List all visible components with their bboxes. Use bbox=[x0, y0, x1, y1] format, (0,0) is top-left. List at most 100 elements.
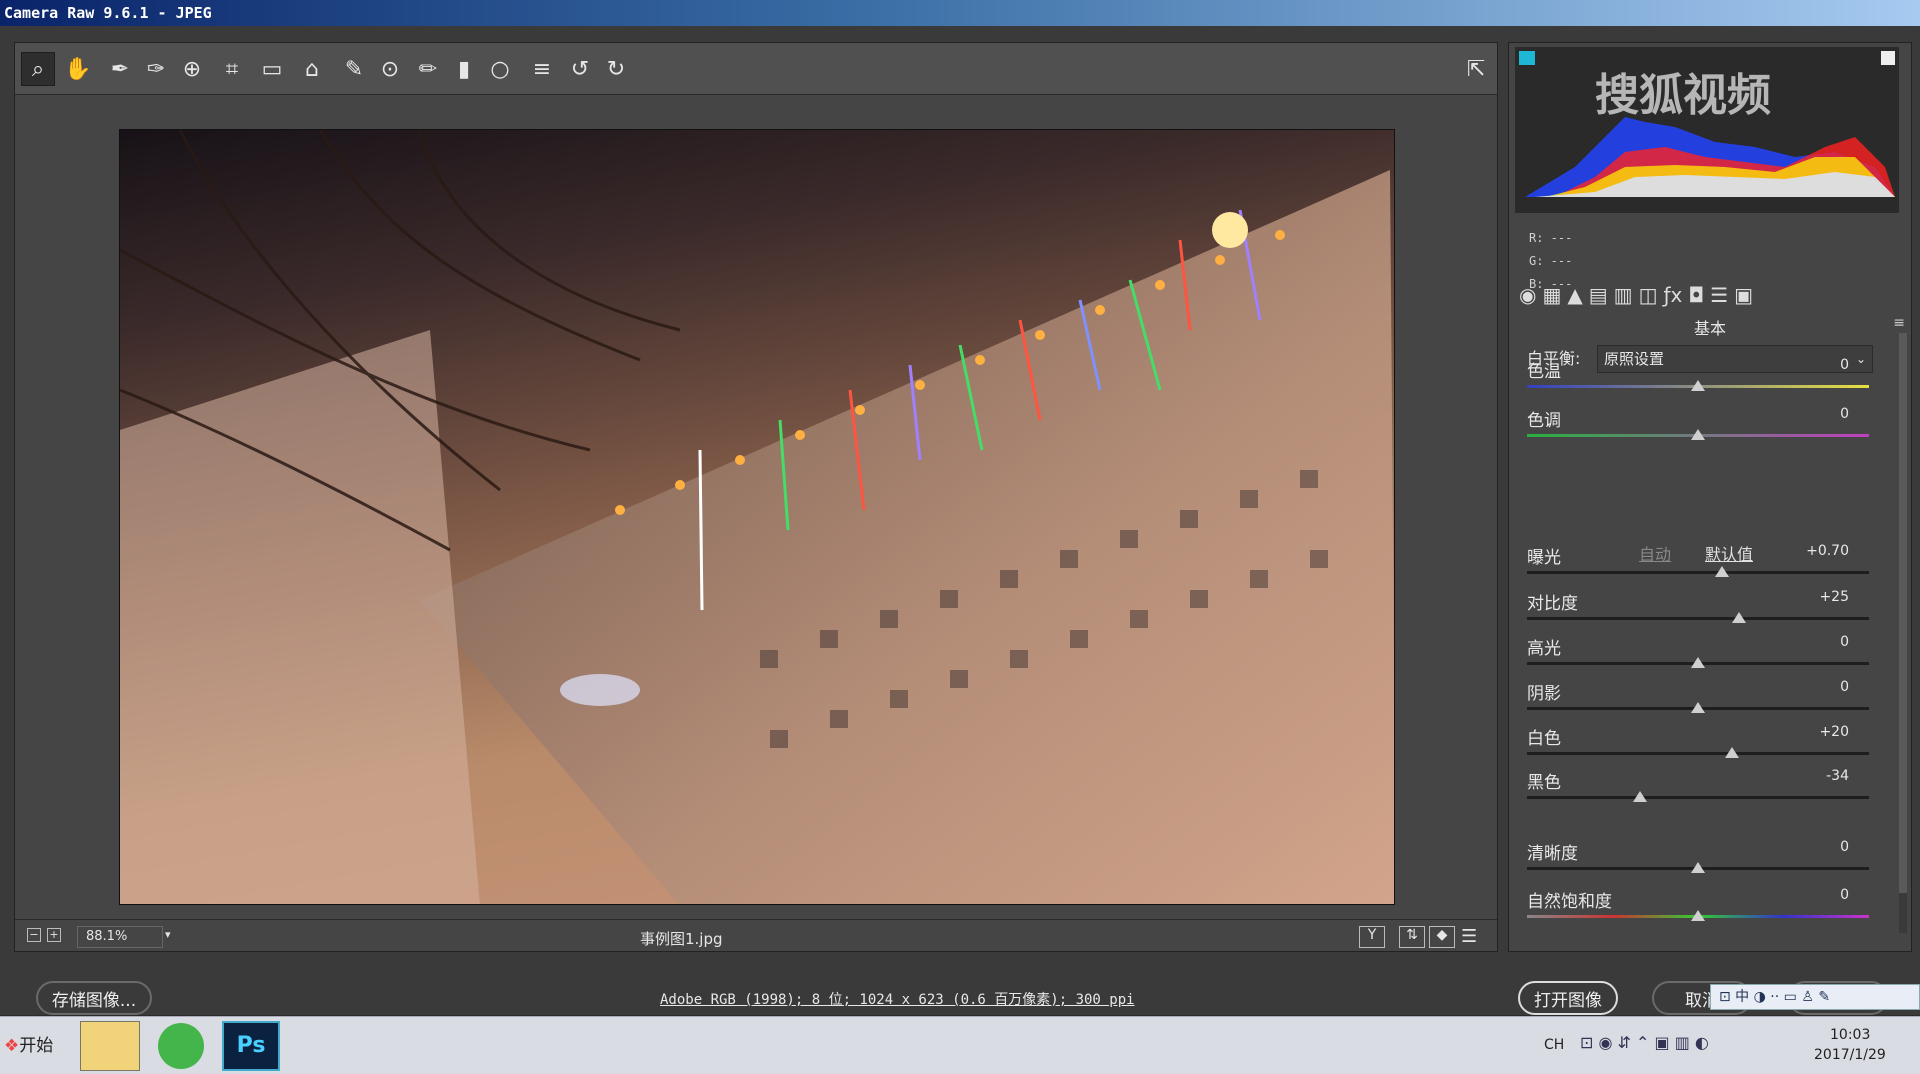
shadow-clip-icon[interactable] bbox=[1519, 51, 1535, 65]
white-balance-icon[interactable]: ✒ bbox=[103, 52, 137, 86]
language-indicator[interactable]: CH bbox=[1544, 1037, 1564, 1053]
copy-settings-icon[interactable]: ◆ bbox=[1429, 926, 1455, 948]
adjustment-brush-icon[interactable]: ✏ bbox=[411, 52, 445, 86]
slider-3[interactable]: 对比度 +25 bbox=[1527, 589, 1869, 635]
save-image-button[interactable]: 存储图像... bbox=[36, 981, 152, 1015]
highlight-clip-icon[interactable] bbox=[1881, 51, 1895, 65]
transform-icon[interactable]: ⌂ bbox=[295, 52, 329, 86]
camera-raw-window: ⌕ ✋ ✒ ✑ ⊕ ⌗ ▭ ⌂ ✎ ⊙ ✏ ▮ ○ ≡ ↺ ↻ ⇱ − + 88… bbox=[0, 26, 1920, 1015]
snapshots-tab-icon[interactable]: ▣ bbox=[1734, 283, 1753, 313]
slider-label: 色调 bbox=[1527, 411, 1561, 431]
slider-thumb[interactable] bbox=[1632, 791, 1647, 802]
basic-tab-icon[interactable]: ◉ bbox=[1519, 283, 1536, 313]
slider-9[interactable]: 自然饱和度 0 bbox=[1527, 887, 1869, 933]
slider-value[interactable]: 0 bbox=[1840, 679, 1849, 695]
auto-link[interactable]: 自动 bbox=[1639, 541, 1671, 565]
chevron-down-icon[interactable]: ▾ bbox=[165, 928, 171, 941]
slider-4[interactable]: 高光 0 bbox=[1527, 634, 1869, 680]
scrollbar-thumb[interactable] bbox=[1899, 333, 1907, 893]
rotate-ccw-icon[interactable]: ↺ bbox=[563, 52, 597, 86]
status-bar: − + 88.1% ▾ 事例图1.jpg Y ⇅ ◆ ☰ bbox=[15, 919, 1497, 953]
preview-area: ⌕ ✋ ✒ ✑ ⊕ ⌗ ▭ ⌂ ✎ ⊙ ✏ ▮ ○ ≡ ↺ ↻ ⇱ − + 88… bbox=[14, 42, 1498, 952]
slider-value[interactable]: +0.70 bbox=[1806, 543, 1849, 559]
slider-thumb[interactable] bbox=[1691, 910, 1705, 921]
tone-curve-tab-icon[interactable]: ▦ bbox=[1542, 283, 1561, 313]
red-eye-icon[interactable]: ⊙ bbox=[373, 52, 407, 86]
slider-label: 自然饱和度 bbox=[1527, 892, 1612, 912]
slider-thumb[interactable] bbox=[1691, 862, 1705, 873]
color-sampler-icon[interactable]: ✑ bbox=[139, 52, 173, 86]
slider-value[interactable]: 0 bbox=[1840, 839, 1849, 855]
clock-time: 10:03 bbox=[1830, 1027, 1871, 1043]
split-toning-tab-icon[interactable]: ▥ bbox=[1614, 283, 1633, 313]
slider-value[interactable]: -34 bbox=[1826, 768, 1849, 784]
presets-tab-icon[interactable]: ☰ bbox=[1710, 283, 1728, 313]
slider-value[interactable]: 0 bbox=[1840, 357, 1849, 373]
zoom-out-icon[interactable]: − bbox=[27, 928, 41, 942]
swap-icon[interactable]: ⇅ bbox=[1399, 926, 1425, 948]
slider-0[interactable]: 色温 0 bbox=[1527, 357, 1869, 403]
slider-track[interactable] bbox=[1527, 752, 1869, 755]
zoom-in-icon[interactable]: + bbox=[47, 928, 61, 942]
slider-thumb[interactable] bbox=[1714, 566, 1729, 577]
slider-thumb[interactable] bbox=[1732, 612, 1747, 623]
ime-toolbar[interactable]: ⊡ 中 ◑ ·· ▭ ♙ ✎ bbox=[1710, 984, 1920, 1010]
hand-icon[interactable]: ✋ bbox=[61, 52, 95, 86]
default-link[interactable]: 默认值 bbox=[1705, 541, 1753, 565]
scrollbar[interactable] bbox=[1899, 333, 1907, 933]
hsl-tab-icon[interactable]: ▤ bbox=[1589, 283, 1608, 313]
panel-menu-icon[interactable]: ≡ bbox=[1893, 315, 1905, 331]
preferences-icon[interactable]: ≡ bbox=[525, 52, 559, 86]
slider-thumb[interactable] bbox=[1691, 657, 1705, 668]
camera-calibration-tab-icon[interactable]: ◘ bbox=[1688, 283, 1704, 313]
slider-2[interactable]: 曝光 +0.70 bbox=[1527, 543, 1869, 589]
fullscreen-icon[interactable]: ⇱ bbox=[1459, 52, 1493, 86]
radial-filter-icon[interactable]: ○ bbox=[483, 52, 517, 86]
panel-tabs: ◉ ▦ ▲ ▤ ▥ ◫ ƒx ◘ ☰ ▣ bbox=[1509, 283, 1911, 313]
slider-label: 黑色 bbox=[1527, 773, 1561, 793]
crop-icon[interactable]: ⌗ bbox=[215, 52, 249, 86]
slider-value[interactable]: +20 bbox=[1819, 724, 1849, 740]
slider-label: 清晰度 bbox=[1527, 844, 1578, 864]
tray-icons[interactable]: ⊡ ◉ ⇵ ⌃ ▣ ▥ ◐ bbox=[1580, 1033, 1709, 1052]
browser-icon[interactable] bbox=[158, 1023, 204, 1069]
before-after-icon[interactable]: Y bbox=[1359, 926, 1385, 948]
slider-value[interactable]: 0 bbox=[1840, 406, 1849, 422]
zoom-level[interactable]: 88.1% bbox=[77, 926, 163, 948]
slider-thumb[interactable] bbox=[1725, 747, 1740, 758]
slider-track[interactable] bbox=[1527, 571, 1869, 574]
slider-8[interactable]: 清晰度 0 bbox=[1527, 839, 1869, 885]
rotate-cw-icon[interactable]: ↻ bbox=[599, 52, 633, 86]
targeted-adjust-icon[interactable]: ⊕ bbox=[175, 52, 209, 86]
spot-removal-icon[interactable]: ✎ bbox=[337, 52, 371, 86]
effects-tab-icon[interactable]: ƒx bbox=[1663, 283, 1682, 313]
slider-thumb[interactable] bbox=[1691, 702, 1705, 713]
straighten-icon[interactable]: ▭ bbox=[255, 52, 289, 86]
lens-tab-icon[interactable]: ◫ bbox=[1639, 283, 1658, 313]
open-image-button[interactable]: 打开图像 bbox=[1518, 981, 1618, 1015]
start-label: 开始 bbox=[19, 1036, 54, 1056]
slider-7[interactable]: 黑色 -34 bbox=[1527, 768, 1869, 814]
slider-value[interactable]: +25 bbox=[1819, 589, 1849, 605]
toggle-settings-icon[interactable]: ☰ bbox=[1461, 926, 1477, 947]
photoshop-icon[interactable]: Ps bbox=[222, 1021, 280, 1071]
image-info-link[interactable]: Adobe RGB (1998); 8 位; 1024 x 623 (0.6 百… bbox=[660, 989, 1135, 1009]
slider-track[interactable] bbox=[1527, 796, 1869, 799]
slider-thumb[interactable] bbox=[1691, 429, 1705, 440]
slider-thumb[interactable] bbox=[1691, 380, 1705, 391]
zoom-icon[interactable]: ⌕ bbox=[21, 52, 55, 86]
start-button[interactable]: ❖开始 bbox=[0, 1029, 62, 1063]
image-preview bbox=[119, 129, 1395, 905]
slider-label: 高光 bbox=[1527, 639, 1561, 659]
slider-track[interactable] bbox=[1527, 617, 1869, 620]
graduated-filter-icon[interactable]: ▮ bbox=[447, 52, 481, 86]
tool-bar: ⌕ ✋ ✒ ✑ ⊕ ⌗ ▭ ⌂ ✎ ⊙ ✏ ▮ ○ ≡ ↺ ↻ ⇱ bbox=[15, 43, 1497, 95]
slider-1[interactable]: 色调 0 bbox=[1527, 406, 1869, 452]
slider-5[interactable]: 阴影 0 bbox=[1527, 679, 1869, 725]
slider-label: 对比度 bbox=[1527, 594, 1578, 614]
slider-value[interactable]: 0 bbox=[1840, 887, 1849, 903]
slider-value[interactable]: 0 bbox=[1840, 634, 1849, 650]
slider-6[interactable]: 白色 +20 bbox=[1527, 724, 1869, 770]
explorer-icon[interactable] bbox=[80, 1021, 140, 1071]
detail-tab-icon[interactable]: ▲ bbox=[1567, 283, 1582, 313]
